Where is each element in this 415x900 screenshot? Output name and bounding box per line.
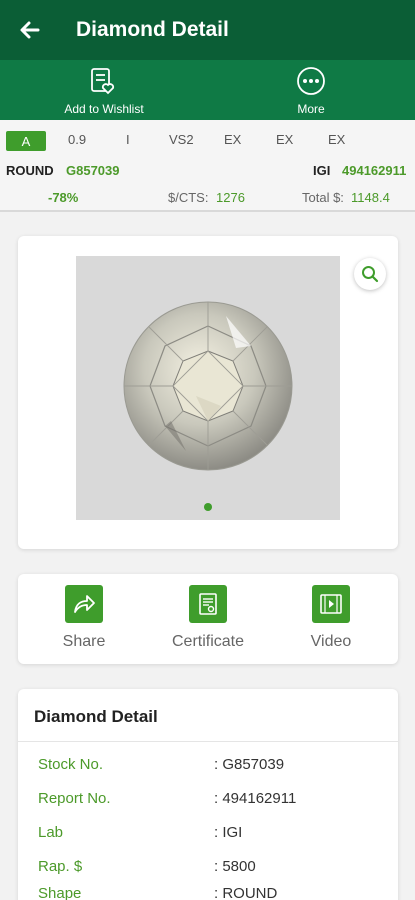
- wishlist-icon: [91, 68, 115, 95]
- detail-key: Lab: [38, 824, 64, 841]
- detail-value: : 5800: [214, 858, 256, 875]
- page-title: Diamond Detail: [76, 18, 229, 41]
- detail-key: Report No.: [38, 790, 111, 807]
- detail-key: Shape: [38, 885, 82, 900]
- more-label: More: [297, 102, 325, 116]
- share-icon: [74, 595, 95, 613]
- app-bar: Diamond Detail: [0, 0, 415, 60]
- lab-value: IGI: [313, 163, 331, 178]
- share-label: Share: [62, 633, 106, 650]
- video-icon: [320, 594, 342, 614]
- carat-value: 0.9: [68, 132, 87, 147]
- diamond-picture: [123, 301, 293, 471]
- media-actions-card: Share Certificate Video: [18, 574, 398, 664]
- diamond-detail-card: Diamond Detail Stock No. : G857039 Repor…: [18, 689, 398, 900]
- video-button[interactable]: Video: [276, 585, 386, 651]
- detail-row-rap-price: Rap. $ : 5800: [18, 858, 398, 882]
- detail-row-shape: Shape : ROUND: [18, 885, 398, 900]
- total-value: 1148.4: [351, 190, 390, 205]
- price-per-ct-value: 1276: [216, 190, 245, 205]
- arrow-left-icon: [20, 21, 40, 39]
- detail-value: : IGI: [214, 824, 243, 841]
- discount-value: -78%: [48, 190, 79, 205]
- search-icon: [362, 266, 379, 283]
- total-label: Total $:: [302, 190, 344, 205]
- certificate-label: Certificate: [171, 633, 245, 650]
- detail-value: : G857039: [214, 756, 285, 773]
- grade-badge: A: [6, 131, 46, 151]
- diamond-summary: A 0.9 I VS2 EX EX EX ROUND G857039 IGI 4…: [0, 120, 415, 212]
- color-value: I: [126, 132, 130, 147]
- add-to-wishlist-label: Add to Wishlist: [64, 102, 144, 116]
- diamond-image-card: [18, 236, 398, 549]
- page-indicator-dot: [204, 503, 212, 511]
- detail-row-stock-no: Stock No. : G857039: [18, 756, 398, 780]
- detail-key: Stock No.: [38, 756, 104, 773]
- certificate-button[interactable]: Certificate: [153, 585, 263, 651]
- back-button[interactable]: [0, 0, 60, 60]
- price-per-ct-label: $/CTS:: [168, 190, 209, 205]
- diamond-image[interactable]: [76, 256, 340, 520]
- shape-value: ROUND: [6, 163, 54, 178]
- polish-value: EX: [276, 132, 294, 147]
- more-icon: [297, 67, 325, 95]
- divider: [18, 741, 398, 742]
- detail-value: : ROUND: [214, 885, 278, 900]
- share-button[interactable]: Share: [29, 585, 139, 651]
- zoom-button[interactable]: [354, 258, 386, 290]
- cut-value: EX: [224, 132, 242, 147]
- detail-row-report-no: Report No. : 494162911: [18, 790, 398, 814]
- add-to-wishlist-button[interactable]: Add to Wishlist: [60, 60, 148, 120]
- detail-value: : 494162911: [214, 790, 297, 807]
- certificate-icon: [199, 593, 217, 615]
- video-label: Video: [310, 633, 352, 650]
- stock-value: G857039: [66, 163, 120, 178]
- clarity-value: VS2: [169, 132, 194, 147]
- symmetry-value: EX: [328, 132, 346, 147]
- detail-key: Rap. $: [38, 858, 83, 875]
- detail-section-title: Diamond Detail: [34, 707, 158, 726]
- action-bar: Add to Wishlist More: [0, 60, 415, 120]
- more-button[interactable]: More: [280, 60, 342, 120]
- report-value: 494162911: [342, 163, 407, 178]
- detail-row-lab: Lab : IGI: [18, 824, 398, 848]
